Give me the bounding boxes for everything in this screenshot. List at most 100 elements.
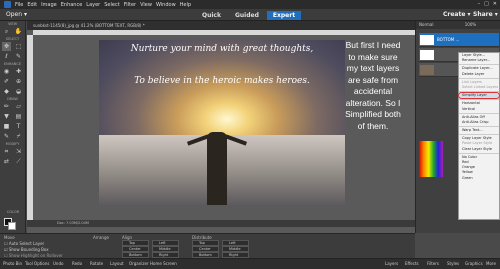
menu-filter[interactable]: Filter <box>124 2 136 8</box>
menu-image[interactable]: Image <box>41 2 57 8</box>
menu-item-simplify-layer[interactable]: Simplify Layer <box>458 92 500 100</box>
layer-thumbnail <box>420 50 434 60</box>
mode-guided[interactable]: Guided <box>229 11 265 20</box>
paint-bucket-icon[interactable]: ▼ <box>2 112 11 121</box>
gradient-tool-icon[interactable]: ▤ <box>14 112 23 121</box>
background-color-swatch[interactable] <box>8 222 16 230</box>
menu-window[interactable]: Window <box>156 2 176 8</box>
image-canvas[interactable]: Nurture your mind with great thoughts, T… <box>99 40 345 205</box>
tool-options-button[interactable]: Tool Options <box>25 261 49 266</box>
undo-button[interactable]: Undo <box>53 261 63 266</box>
share-button[interactable]: Share ▾ <box>473 11 498 18</box>
zoom-tool-icon[interactable]: ⌕ <box>2 27 11 36</box>
crop-tool-icon[interactable]: ⌗ <box>2 147 11 156</box>
blur-tool-icon[interactable]: ◆ <box>2 87 11 96</box>
mode-switcher: Quick Guided Expert <box>196 11 302 20</box>
auto-select-checkbox[interactable]: ☐ Auto Select Layer <box>4 241 44 246</box>
straighten-tool-icon[interactable]: ⟋ <box>14 157 23 166</box>
rotate-button[interactable]: Rotate <box>90 261 103 266</box>
layer-context-menu: Layer Style... Rename Layer... Duplicate… <box>458 52 500 220</box>
menu-item-rename-layer[interactable]: Rename Layer... <box>459 58 499 63</box>
home-screen-button[interactable]: Home Screen <box>150 261 177 266</box>
effects-button[interactable]: Effects <box>405 261 419 266</box>
more-button[interactable]: More <box>486 261 496 266</box>
open-label: Open <box>6 11 23 18</box>
move-tool-icon[interactable]: ✥ <box>2 42 11 51</box>
menu-item-green[interactable]: Green <box>459 176 499 181</box>
bounding-box-checkbox[interactable]: ☑ Show Bounding Box <box>4 247 49 252</box>
menu-edit[interactable]: Edit <box>27 2 37 8</box>
silhouette-figure <box>207 132 227 205</box>
menu-select[interactable]: Select <box>104 2 119 8</box>
quote-top-text[interactable]: Nurture your mind with great thoughts, <box>99 44 345 54</box>
arrange-label: Arrange <box>93 235 109 240</box>
document-tab[interactable]: sunbkst-1145(8)_jpg @ 41.2% (BOTTOM TEXT… <box>27 21 415 30</box>
app-logo-icon <box>4 1 11 8</box>
hand-tool-icon[interactable]: ✋ <box>14 27 23 36</box>
menu-enhance[interactable]: Enhance <box>61 2 83 8</box>
layers-button[interactable]: Layers <box>385 261 398 266</box>
layer-row-bottom-text[interactable]: BOTTOM ... <box>419 33 499 47</box>
menu-item-vertical[interactable]: Vertical <box>459 107 499 112</box>
type-tool-icon[interactable]: T <box>14 122 23 131</box>
ruler-vertical <box>27 35 33 220</box>
spot-healing-icon[interactable]: ✚ <box>14 67 23 76</box>
tool-section-select: SELECT <box>5 37 20 41</box>
minimize-icon[interactable]: – <box>478 1 481 7</box>
photoshop-elements-window: File Edit Image Enhance Layer Select Fil… <box>0 0 500 269</box>
quick-selection-icon[interactable]: ✎ <box>14 52 23 61</box>
photo-bin-button[interactable]: Photo Bin <box>3 261 22 266</box>
quote-bottom-text[interactable]: To believe in the heroic makes heroes. <box>99 76 345 86</box>
auto-select-label: Auto Select Layer <box>8 241 45 246</box>
color-label-swatches <box>419 141 443 177</box>
menu-bar: File Edit Image Enhance Layer Select Fil… <box>0 0 500 9</box>
filters-button[interactable]: Filters <box>427 261 439 266</box>
menu-view[interactable]: View <box>140 2 152 8</box>
maximize-icon[interactable]: □ <box>484 1 489 7</box>
smart-brush-icon[interactable]: ✐ <box>2 77 11 86</box>
menu-file[interactable]: File <box>15 2 23 8</box>
blend-mode-select[interactable]: Normal <box>419 22 433 27</box>
lasso-tool-icon[interactable]: ℓ <box>2 52 11 61</box>
menu-item-delete-layer[interactable]: Delete Layer <box>459 72 499 77</box>
annotation-note: But first I need to make sure my text la… <box>345 40 401 131</box>
eraser-tool-icon[interactable]: ▱ <box>14 102 23 111</box>
menu-layer[interactable]: Layer <box>86 2 100 8</box>
create-label: Create <box>443 11 466 18</box>
marquee-tool-icon[interactable]: ⬚ <box>14 42 23 51</box>
eyedropper-tool-icon[interactable]: ⌿ <box>14 132 23 141</box>
open-button[interactable]: Open ▾ <box>6 11 27 18</box>
menu-item-anti-alias-crisp[interactable]: Anti-Alias Crisp <box>459 120 499 125</box>
layers-panel-header: Normal 100% <box>416 21 500 29</box>
content-move-icon[interactable]: ⇄ <box>2 157 11 166</box>
layer-thumbnail <box>420 65 434 75</box>
mode-quick[interactable]: Quick <box>196 11 227 20</box>
layout-button[interactable]: Layout <box>110 261 124 266</box>
sponge-tool-icon[interactable]: ◒ <box>14 87 23 96</box>
menu-help[interactable]: Help <box>180 2 191 8</box>
redo-button[interactable]: Redo <box>72 261 82 266</box>
shape-tool-icon[interactable]: ■ <box>2 122 11 131</box>
clone-stamp-icon[interactable]: ⊕ <box>14 77 23 86</box>
tool-panel: VIEW ⌕ ✋ SELECT ✥ ⬚ ℓ ✎ ENHANCE ◉ ✚ ✐ ⊕ ◆ ◒ DR… <box>0 21 26 233</box>
close-icon[interactable]: ✕ <box>493 1 497 7</box>
create-button[interactable]: Create ▾ <box>443 11 471 18</box>
pencil-tool-icon[interactable]: ✎ <box>2 132 11 141</box>
tool-section-draw: DRAW <box>7 97 18 101</box>
styles-button[interactable]: Styles <box>447 261 459 266</box>
menu-item-clear-layer-style[interactable]: Clear Layer Style <box>459 147 499 152</box>
bounding-box-label: Show Bounding Box <box>8 247 49 252</box>
menu-item-warp-text[interactable]: Warp Text... <box>459 128 499 133</box>
eye-tool-icon[interactable]: ◉ <box>2 67 11 76</box>
mode-expert[interactable]: Expert <box>266 11 302 20</box>
recompose-tool-icon[interactable]: ⇲ <box>14 147 23 156</box>
share-label: Share <box>473 11 493 18</box>
brush-tool-icon[interactable]: ✏ <box>2 102 11 111</box>
document-status: Doc: 7.03M/2.04M <box>27 220 415 227</box>
ruler-horizontal <box>33 30 415 35</box>
tool-section-view: VIEW <box>7 22 18 26</box>
opacity-value[interactable]: 100% <box>465 22 476 27</box>
organizer-button[interactable]: Organizer <box>129 261 149 266</box>
tool-options-bar: Move ☐ Auto Select Layer ☑ Show Bounding… <box>0 233 415 258</box>
graphics-button[interactable]: Graphics <box>465 261 483 266</box>
